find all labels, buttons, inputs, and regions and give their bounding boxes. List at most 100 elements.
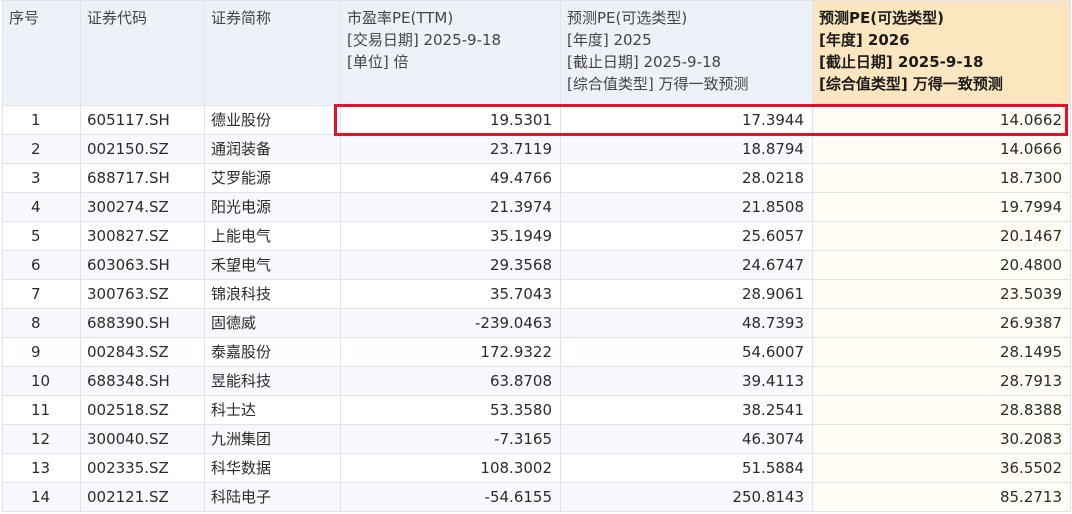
cell-seq[interactable]: 2 [2,134,81,164]
cell-pe-ttm[interactable]: 63.8708 [340,366,561,396]
cell-seq[interactable]: 1 [2,105,81,135]
cell-pe-2025[interactable]: 25.6057 [560,221,813,251]
cell-name[interactable]: 阳光电源 [204,192,341,222]
col-header-pe-2025[interactable]: 预测PE(可选类型) [年度] 2025 [截止日期] 2025-9-18 [综… [560,0,813,106]
col-header-pe-2026[interactable]: 预测PE(可选类型) [年度] 2026 [截止日期] 2025-9-18 [综… [812,0,1071,106]
cell-name[interactable]: 科华数据 [204,453,341,483]
table-row[interactable]: 10 688348.SH 昱能科技 63.8708 39.4113 28.7913 [2,366,1071,396]
cell-pe-ttm[interactable]: -239.0463 [340,308,561,338]
cell-seq[interactable]: 10 [2,366,81,396]
table-row[interactable]: 2 002150.SZ 通润装备 23.7119 18.8794 14.0666 [2,134,1071,164]
cell-name[interactable]: 昱能科技 [204,366,341,396]
cell-pe-ttm[interactable]: 35.7043 [340,279,561,309]
table-row[interactable]: 1 605117.SH 德业股份 19.5301 17.3944 14.0662 [2,105,1071,135]
cell-pe-2026[interactable]: 20.4800 [812,250,1071,280]
cell-pe-ttm[interactable]: 53.3580 [340,395,561,425]
table-row[interactable]: 8 688390.SH 固德威 -239.0463 48.7393 26.9387 [2,308,1071,338]
cell-name[interactable]: 德业股份 [204,105,341,135]
cell-pe-ttm[interactable]: 19.5301 [340,105,561,135]
table-row[interactable]: 5 300827.SZ 上能电气 35.1949 25.6057 20.1467 [2,221,1071,251]
col-header-seq[interactable]: 序号 [2,0,81,106]
cell-pe-2025[interactable]: 51.5884 [560,453,813,483]
cell-pe-2025[interactable]: 250.8143 [560,482,813,512]
cell-pe-ttm[interactable]: -54.6155 [340,482,561,512]
cell-code[interactable]: 300763.SZ [80,279,205,309]
cell-pe-2026[interactable]: 14.0662 [812,105,1071,135]
cell-code[interactable]: 300827.SZ [80,221,205,251]
cell-pe-2025[interactable]: 28.9061 [560,279,813,309]
col-header-name[interactable]: 证券简称 [204,0,341,106]
cell-seq[interactable]: 12 [2,424,81,454]
cell-code[interactable]: 603063.SH [80,250,205,280]
cell-code[interactable]: 688348.SH [80,366,205,396]
table-row[interactable]: 3 688717.SH 艾罗能源 49.4766 28.0218 18.7300 [2,163,1071,193]
table-row[interactable]: 14 002121.SZ 科陆电子 -54.6155 250.8143 85.2713 [2,482,1071,512]
cell-pe-2026[interactable]: 23.5039 [812,279,1071,309]
cell-seq[interactable]: 5 [2,221,81,251]
col-header-code[interactable]: 证券代码 [80,0,205,106]
cell-pe-2025[interactable]: 39.4113 [560,366,813,396]
cell-pe-2025[interactable]: 21.8508 [560,192,813,222]
cell-name[interactable]: 艾罗能源 [204,163,341,193]
cell-pe-2025[interactable]: 48.7393 [560,308,813,338]
cell-name[interactable]: 禾望电气 [204,250,341,280]
cell-pe-2025[interactable]: 38.2541 [560,395,813,425]
cell-name[interactable]: 泰嘉股份 [204,337,341,367]
table-row[interactable]: 7 300763.SZ 锦浪科技 35.7043 28.9061 23.5039 [2,279,1071,309]
cell-name[interactable]: 上能电气 [204,221,341,251]
cell-pe-2026[interactable]: 30.2083 [812,424,1071,454]
cell-seq[interactable]: 9 [2,337,81,367]
cell-code[interactable]: 688717.SH [80,163,205,193]
cell-code[interactable]: 688390.SH [80,308,205,338]
cell-code[interactable]: 300040.SZ [80,424,205,454]
cell-pe-ttm[interactable]: 108.3002 [340,453,561,483]
cell-pe-ttm[interactable]: 172.9322 [340,337,561,367]
cell-pe-2026[interactable]: 85.2713 [812,482,1071,512]
cell-code[interactable]: 002843.SZ [80,337,205,367]
cell-pe-2025[interactable]: 17.3944 [560,105,813,135]
cell-code[interactable]: 002121.SZ [80,482,205,512]
cell-pe-2025[interactable]: 28.0218 [560,163,813,193]
table-row[interactable]: 6 603063.SH 禾望电气 29.3568 24.6747 20.4800 [2,250,1071,280]
table-row[interactable]: 12 300040.SZ 九洲集团 -7.3165 46.3074 30.2083 [2,424,1071,454]
cell-seq[interactable]: 6 [2,250,81,280]
cell-pe-2025[interactable]: 46.3074 [560,424,813,454]
cell-pe-2026[interactable]: 28.1495 [812,337,1071,367]
cell-seq[interactable]: 14 [2,482,81,512]
cell-name[interactable]: 锦浪科技 [204,279,341,309]
cell-name[interactable]: 科陆电子 [204,482,341,512]
cell-pe-2026[interactable]: 26.9387 [812,308,1071,338]
table-row[interactable]: 4 300274.SZ 阳光电源 21.3974 21.8508 19.7994 [2,192,1071,222]
cell-pe-2026[interactable]: 28.7913 [812,366,1071,396]
cell-pe-2025[interactable]: 24.6747 [560,250,813,280]
cell-name[interactable]: 科士达 [204,395,341,425]
table-row[interactable]: 9 002843.SZ 泰嘉股份 172.9322 54.6007 28.1495 [2,337,1071,367]
cell-seq[interactable]: 3 [2,163,81,193]
cell-pe-2026[interactable]: 19.7994 [812,192,1071,222]
cell-code[interactable]: 300274.SZ [80,192,205,222]
cell-seq[interactable]: 13 [2,453,81,483]
cell-seq[interactable]: 7 [2,279,81,309]
cell-code[interactable]: 605117.SH [80,105,205,135]
cell-pe-2026[interactable]: 18.7300 [812,163,1071,193]
cell-name[interactable]: 通润装备 [204,134,341,164]
cell-pe-ttm[interactable]: 29.3568 [340,250,561,280]
cell-pe-ttm[interactable]: 21.3974 [340,192,561,222]
cell-name[interactable]: 固德威 [204,308,341,338]
cell-pe-ttm[interactable]: 49.4766 [340,163,561,193]
cell-pe-2025[interactable]: 54.6007 [560,337,813,367]
cell-pe-ttm[interactable]: 23.7119 [340,134,561,164]
cell-code[interactable]: 002335.SZ [80,453,205,483]
cell-pe-2026[interactable]: 14.0666 [812,134,1071,164]
cell-code[interactable]: 002150.SZ [80,134,205,164]
col-header-pe-ttm[interactable]: 市盈率PE(TTM) [交易日期] 2025-9-18 [单位] 倍 [340,0,561,106]
cell-pe-ttm[interactable]: -7.3165 [340,424,561,454]
cell-pe-2026[interactable]: 28.8388 [812,395,1071,425]
cell-code[interactable]: 002518.SZ [80,395,205,425]
cell-seq[interactable]: 4 [2,192,81,222]
cell-seq[interactable]: 8 [2,308,81,338]
cell-pe-2025[interactable]: 18.8794 [560,134,813,164]
cell-seq[interactable]: 11 [2,395,81,425]
cell-pe-2026[interactable]: 36.5502 [812,453,1071,483]
cell-pe-2026[interactable]: 20.1467 [812,221,1071,251]
